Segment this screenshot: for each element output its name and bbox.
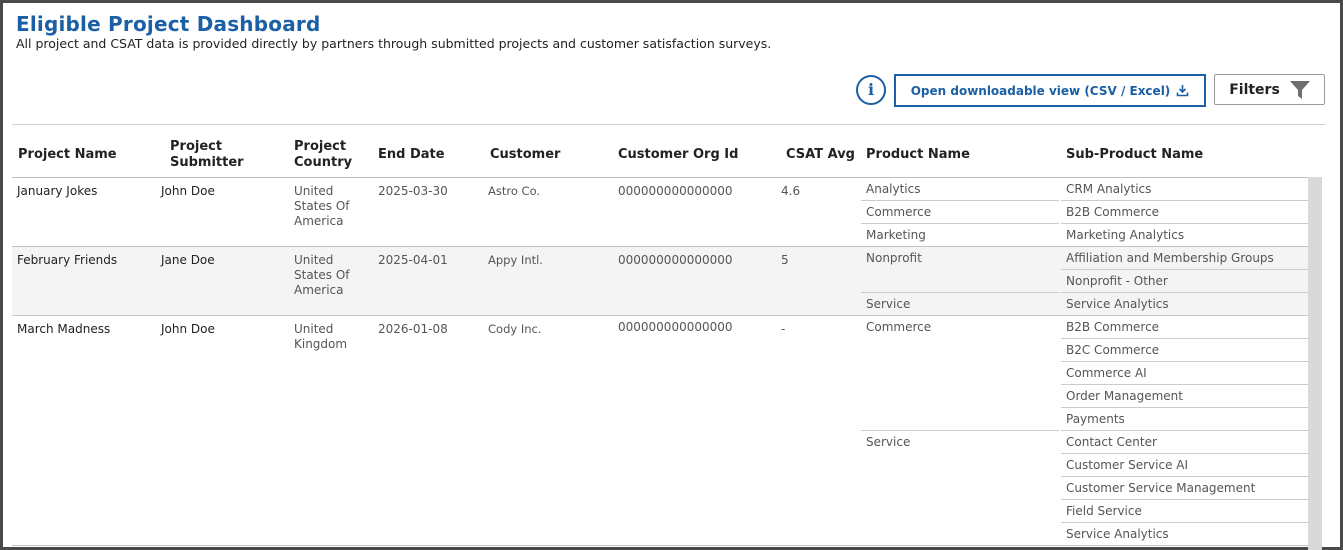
- cell-project-submitter: John Doe: [161, 322, 215, 336]
- info-icon: i: [867, 80, 875, 99]
- cell-project-submitter: Jane Doe: [161, 253, 215, 267]
- cell-sub-product-name: Service Analytics: [1061, 293, 1308, 316]
- cell-end-date: 2025-03-30: [378, 184, 448, 198]
- cell-sub-product-name: Payments: [1061, 408, 1308, 431]
- cell-project-country: United States Of America: [294, 184, 350, 228]
- cell-customer-org-id: 000000000000000: [618, 184, 733, 198]
- row-separator: [12, 545, 1308, 546]
- download-button-label: Open downloadable view (CSV / Excel): [910, 83, 1171, 98]
- toolbar-divider: [12, 124, 1325, 125]
- download-icon: [1176, 85, 1189, 97]
- cell-sub-product-name: Order Management: [1061, 385, 1308, 408]
- cell-csat-avg: 5: [781, 253, 789, 267]
- header-product-name[interactable]: Product Name: [866, 135, 1056, 175]
- cell-project-name: January Jokes: [17, 184, 98, 198]
- page-title: Eligible Project Dashboard: [16, 12, 321, 36]
- cell-product-name: Marketing: [861, 224, 1059, 247]
- product-name-text: Commerce: [866, 205, 932, 219]
- cell-project-submitter: John Doe: [161, 184, 215, 198]
- open-downloadable-view-button[interactable]: Open downloadable view (CSV / Excel): [894, 74, 1206, 107]
- funnel-icon: [1289, 80, 1310, 99]
- cell-project-country: United States Of America: [294, 253, 350, 297]
- product-name-text: Service: [866, 435, 911, 449]
- cell-customer: Astro Co.: [488, 184, 541, 198]
- product-name-text: Marketing: [866, 228, 926, 242]
- cell-sub-product-name: B2C Commerce: [1061, 339, 1308, 362]
- cell-customer: Cody Inc.: [488, 322, 542, 336]
- cell-csat-avg: 4.6: [781, 184, 801, 198]
- cell-sub-product-name: Marketing Analytics: [1061, 224, 1308, 247]
- header-end-date[interactable]: End Date: [378, 135, 478, 175]
- header-csat-avg[interactable]: CSAT Avg: [786, 135, 861, 175]
- cell-sub-product-name: Service Analytics: [1061, 523, 1308, 546]
- product-name-text: Nonprofit: [866, 251, 922, 265]
- page-subtitle: All project and CSAT data is provided di…: [16, 36, 772, 51]
- filters-button-label: Filters: [1229, 81, 1280, 98]
- header-customer[interactable]: Customer: [490, 135, 610, 175]
- filters-button[interactable]: Filters: [1214, 74, 1325, 105]
- header-project-name[interactable]: Project Name: [18, 135, 158, 175]
- cell-sub-product-name: Nonprofit - Other: [1061, 270, 1308, 293]
- cell-sub-product-name: B2B Commerce: [1061, 201, 1308, 224]
- product-name-text: Analytics: [866, 182, 921, 196]
- info-button[interactable]: i: [856, 75, 886, 105]
- header-sub-product-name[interactable]: Sub-Product Name: [1066, 135, 1306, 175]
- cell-customer-org-id: 000000000000000: [618, 253, 733, 267]
- cell-product-name: Service: [861, 431, 1059, 546]
- cell-sub-product-name: Affiliation and Membership Groups: [1061, 247, 1308, 270]
- cell-project-name: March Madness: [17, 322, 111, 336]
- product-name-text: Commerce: [866, 320, 932, 334]
- cell-product-name: Analytics: [861, 178, 1059, 201]
- cell-end-date: 2026-01-08: [378, 322, 448, 336]
- cell-sub-product-name: Commerce AI: [1061, 362, 1308, 385]
- cell-csat-avg: -: [781, 322, 786, 336]
- cell-product-name: Nonprofit: [861, 247, 1059, 293]
- product-name-text: Service: [866, 297, 911, 311]
- header-customer-org-id[interactable]: Customer Org Id: [618, 135, 778, 175]
- cell-customer-org-id: 000000000000000: [618, 320, 733, 334]
- cell-project-name: February Friends: [17, 253, 118, 267]
- cell-end-date: 2025-04-01: [378, 253, 448, 267]
- cell-sub-product-name: Field Service: [1061, 500, 1308, 523]
- cell-product-name: Commerce: [861, 316, 1059, 431]
- cell-project-country: United Kingdom: [294, 322, 348, 351]
- cell-sub-product-name: Customer Service Management: [1061, 477, 1308, 500]
- cell-product-name: Service: [861, 293, 1059, 316]
- cell-sub-product-name: B2B Commerce: [1061, 316, 1308, 339]
- cell-sub-product-name: Contact Center: [1061, 431, 1308, 454]
- header-project-submitter[interactable]: Project Submitter: [170, 135, 280, 175]
- header-project-country[interactable]: Project Country: [294, 135, 370, 175]
- cell-sub-product-name: CRM Analytics: [1061, 178, 1308, 201]
- cell-customer: Appy Intl.: [488, 253, 543, 267]
- vertical-scrollbar[interactable]: [1308, 177, 1322, 550]
- cell-sub-product-name: Customer Service AI: [1061, 454, 1308, 477]
- cell-product-name: Commerce: [861, 201, 1059, 224]
